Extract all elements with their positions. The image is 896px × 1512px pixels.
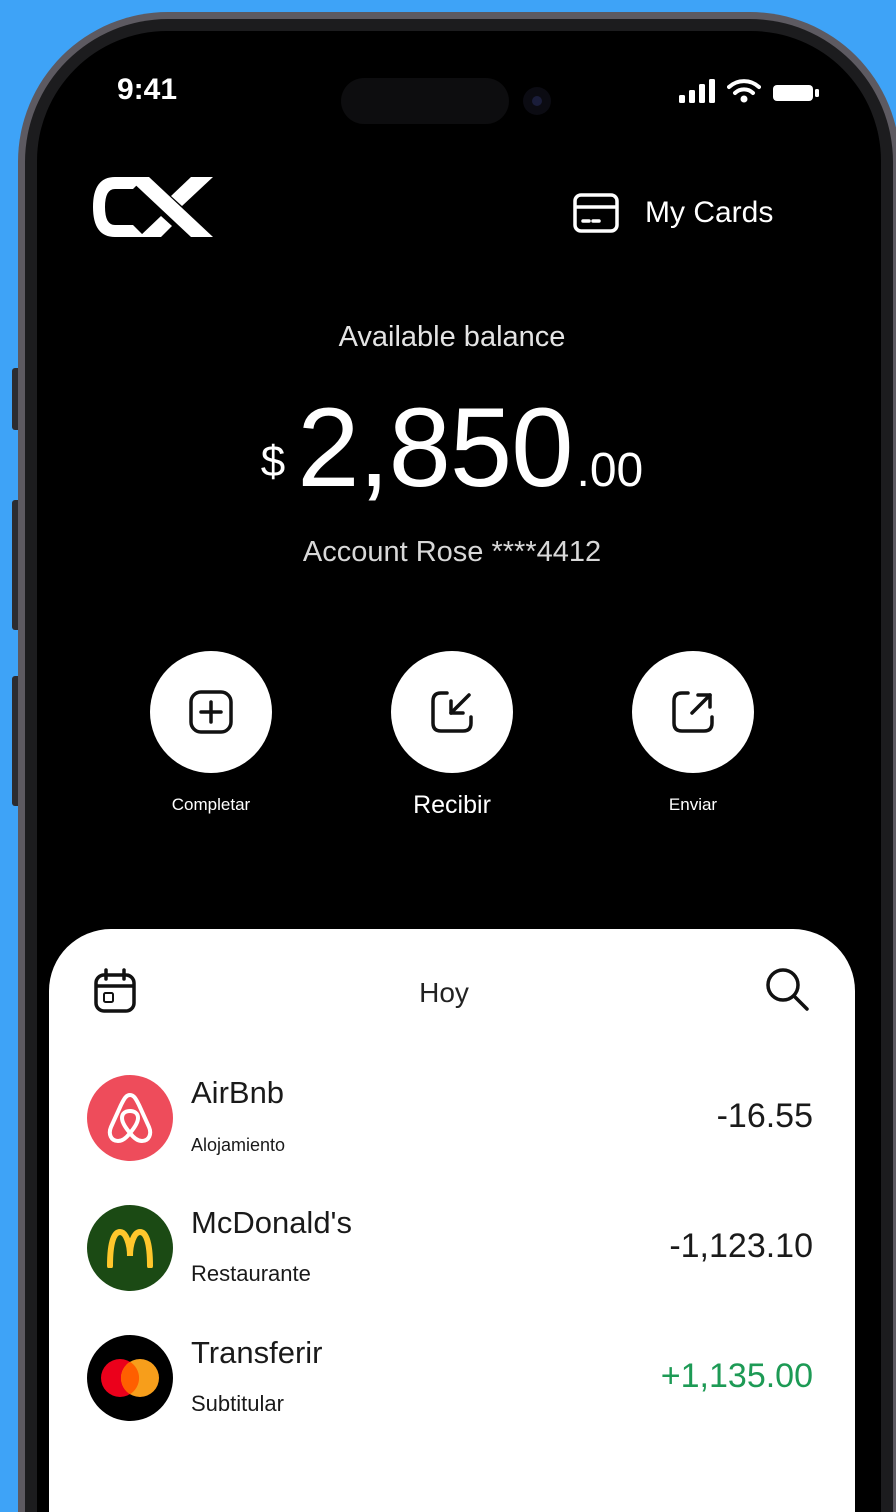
status-time: 9:41 bbox=[117, 73, 178, 106]
phone-bezel: 9:41 My Cards Available balance $ 2,850.… bbox=[25, 19, 893, 1512]
balance-whole: 2,850 bbox=[297, 385, 573, 510]
status-icons bbox=[679, 78, 819, 103]
send-arrow-icon bbox=[672, 691, 714, 733]
completar-button[interactable]: Completar bbox=[131, 651, 291, 815]
transaction-amount: -1,123.10 bbox=[669, 1227, 813, 1265]
camera-icon bbox=[523, 87, 551, 115]
mcdonalds-logo-icon bbox=[87, 1205, 173, 1291]
wifi-icon bbox=[727, 79, 761, 103]
balance-currency: $ bbox=[260, 437, 286, 486]
receive-arrow-icon bbox=[431, 691, 473, 733]
balance-label: Available balance bbox=[338, 321, 566, 353]
transaction-name: McDonald's bbox=[191, 1205, 352, 1240]
my-cards-label: My Cards bbox=[645, 196, 774, 229]
transaction-row[interactable]: AirBnb Alojamiento -16.55 bbox=[87, 1073, 813, 1163]
plus-square-icon bbox=[189, 690, 233, 734]
transaction-row[interactable]: Transferir Subtitular +1,135.00 bbox=[87, 1333, 813, 1423]
completar-circle[interactable] bbox=[150, 651, 272, 773]
enviar-circle[interactable] bbox=[632, 651, 754, 773]
phone-screen: 9:41 My Cards Available balance $ 2,850.… bbox=[37, 31, 881, 1512]
cellular-signal-icon bbox=[679, 79, 715, 103]
account-label: Account Rose ****4412 bbox=[302, 536, 602, 568]
transaction-category: Restaurante bbox=[191, 1261, 311, 1286]
enviar-label: Enviar bbox=[668, 795, 718, 814]
transactions-panel: Hoy AirBnb Alojamiento -16.55 McDonald's… bbox=[49, 929, 855, 1512]
transaction-name: AirBnb bbox=[191, 1075, 285, 1110]
search-icon[interactable] bbox=[763, 965, 811, 1013]
phone-frame: 9:41 My Cards Available balance $ 2,850.… bbox=[18, 12, 896, 1512]
mastercard-logo-icon bbox=[87, 1335, 173, 1421]
transaction-category: Alojamiento bbox=[191, 1135, 286, 1155]
transaction-amount: -16.55 bbox=[716, 1097, 813, 1135]
dynamic-island bbox=[341, 78, 509, 124]
recibir-label: Recibir bbox=[413, 791, 491, 819]
transaction-row[interactable]: McDonald's Restaurante -1,123.10 bbox=[87, 1203, 813, 1293]
card-icon bbox=[573, 193, 619, 233]
my-cards-button[interactable]: My Cards bbox=[573, 193, 773, 233]
airbnb-logo-icon bbox=[87, 1075, 173, 1161]
balance-amount: $2,850.00 bbox=[37, 383, 867, 512]
date-filter-title[interactable]: Hoy bbox=[49, 977, 839, 1009]
transaction-category: Subtitular bbox=[191, 1391, 284, 1416]
transaction-amount: +1,135.00 bbox=[660, 1357, 813, 1395]
recibir-circle[interactable] bbox=[391, 651, 513, 773]
battery-icon bbox=[773, 85, 819, 101]
balance-decimal: .00 bbox=[576, 444, 644, 497]
recibir-button[interactable]: Recibir bbox=[372, 651, 532, 820]
enviar-button[interactable]: Enviar bbox=[613, 651, 773, 815]
completar-label: Completar bbox=[171, 795, 251, 814]
brand-logo-icon bbox=[93, 177, 213, 237]
transaction-name: Transferir bbox=[191, 1335, 323, 1370]
